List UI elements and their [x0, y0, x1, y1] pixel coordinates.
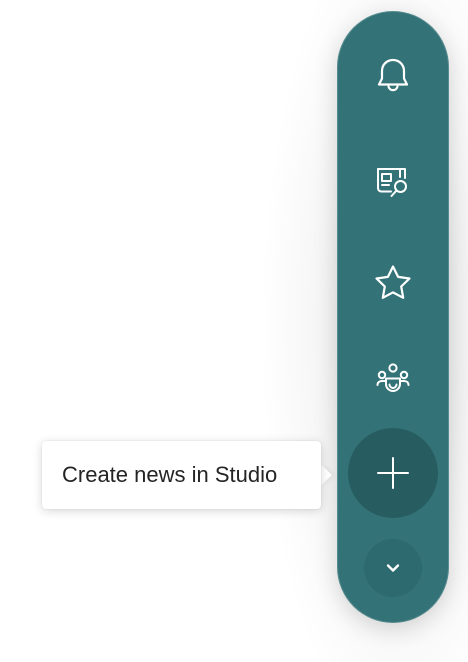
plus-icon	[376, 456, 410, 490]
bell-icon	[376, 57, 410, 93]
people-button[interactable]	[361, 348, 425, 412]
news-search-button[interactable]	[361, 150, 425, 214]
chevron-down-icon	[385, 563, 401, 573]
side-rail	[337, 11, 449, 623]
news-search-icon	[374, 163, 412, 201]
people-group-icon	[374, 361, 412, 399]
expand-more-button[interactable]	[364, 539, 422, 597]
star-icon	[373, 263, 413, 301]
favorites-button[interactable]	[361, 250, 425, 314]
create-news-button[interactable]	[348, 428, 438, 518]
notifications-button[interactable]	[361, 43, 425, 107]
tooltip-text: Create news in Studio	[62, 462, 278, 487]
create-news-tooltip: Create news in Studio	[42, 441, 321, 509]
